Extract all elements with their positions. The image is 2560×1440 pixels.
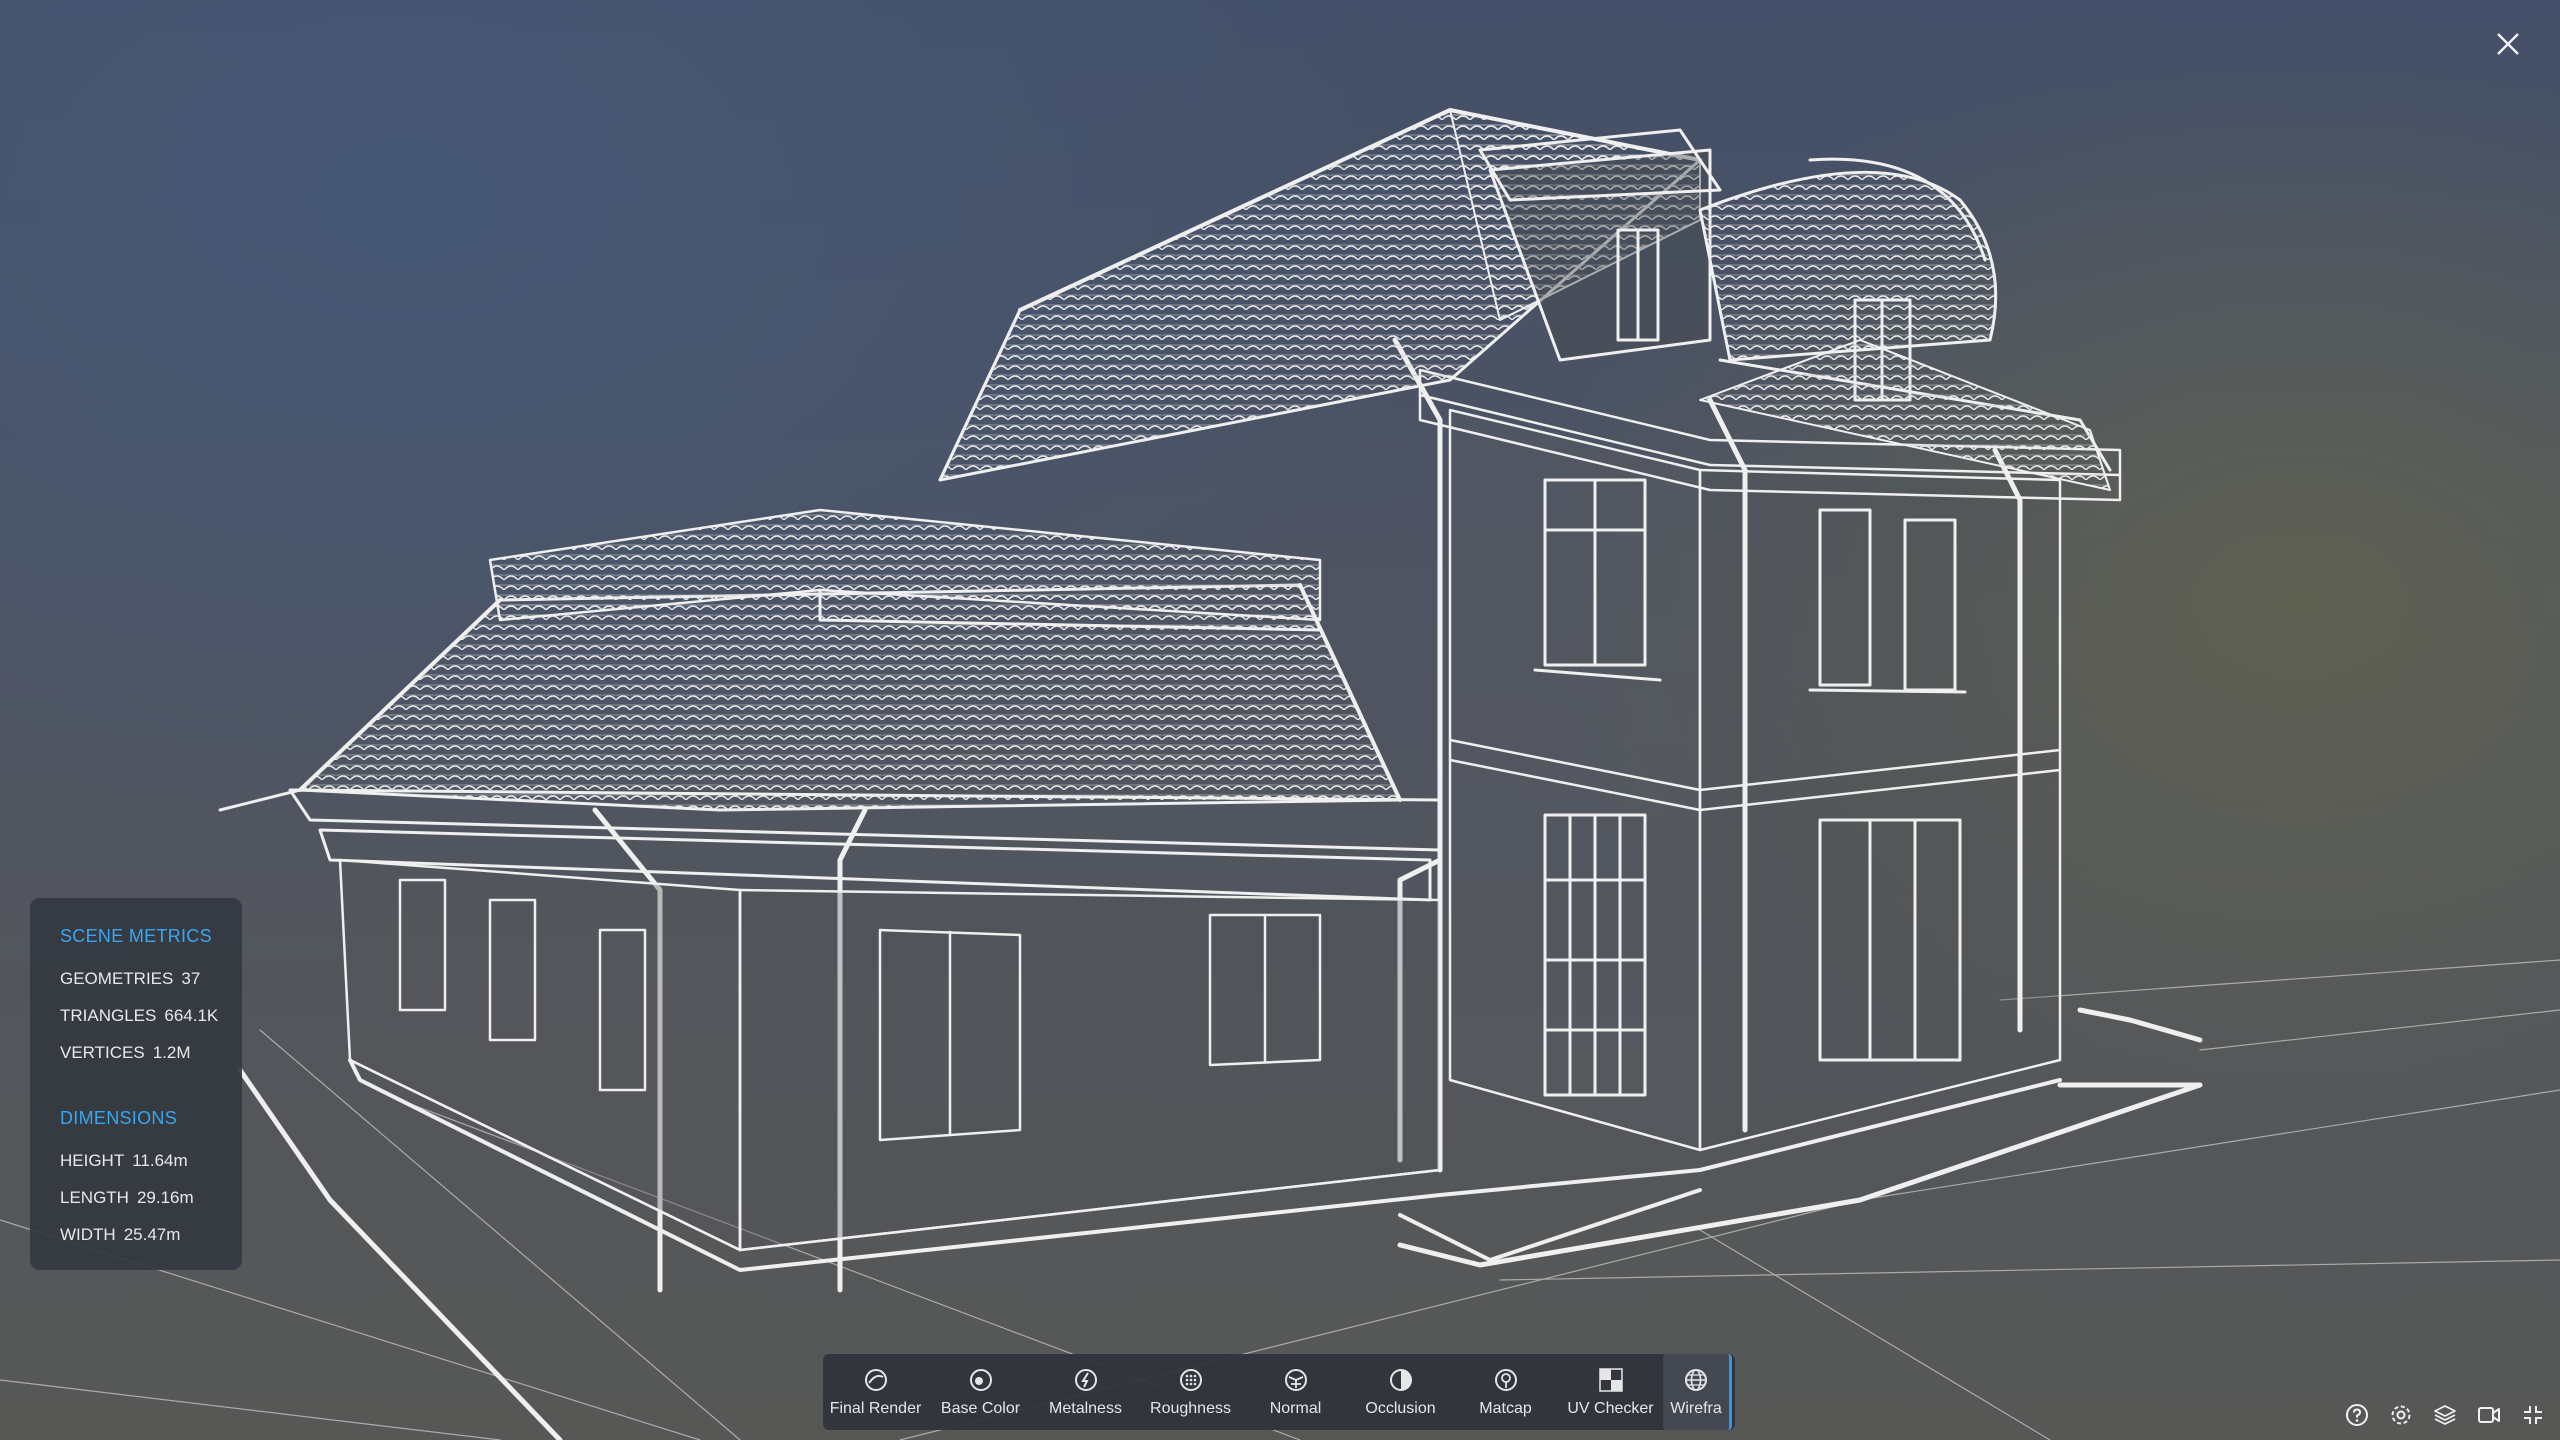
triangles-metric: TRIANGLES 664.1K [60, 1006, 242, 1043]
width-value: 25.47m [123, 1225, 181, 1244]
height-value: 11.64m [132, 1151, 188, 1170]
vr-icon [2478, 1407, 2500, 1423]
vertices-label: VERTICES [60, 1043, 145, 1062]
uv-checker-button[interactable]: UV Checker [1558, 1354, 1663, 1430]
normal-label: Normal [1269, 1400, 1322, 1417]
exit-fullscreen-button[interactable] [2518, 1400, 2548, 1430]
length-metric: LENGTH 29.16m [60, 1188, 242, 1225]
base-color-button[interactable]: Base Color [928, 1354, 1033, 1430]
width-label: WIDTH [60, 1225, 116, 1244]
roughness-label: Roughness [1150, 1400, 1231, 1417]
help-button[interactable] [2342, 1400, 2372, 1430]
geometries-value: 37 [181, 969, 201, 988]
uv-checker-icon [1597, 1366, 1625, 1394]
occlusion-button[interactable]: Occlusion [1348, 1354, 1453, 1430]
width-metric: WIDTH 25.47m [60, 1225, 242, 1262]
uv-checker-label: UV Checker [1567, 1400, 1654, 1417]
close-icon [2497, 33, 2519, 55]
length-label: LENGTH [60, 1188, 129, 1207]
triangles-value: 664.1K [164, 1006, 219, 1025]
matcap-icon [1492, 1366, 1520, 1394]
wireframe-icon [1682, 1366, 1710, 1394]
normal-button[interactable]: Normal [1243, 1354, 1348, 1430]
final-render-button[interactable]: Final Render [823, 1354, 928, 1430]
length-value: 29.16m [136, 1188, 194, 1207]
triangles-label: TRIANGLES [60, 1006, 157, 1025]
final-render-label: Final Render [829, 1400, 922, 1417]
final-render-icon [862, 1366, 890, 1394]
exit-fullscreen-icon [2524, 1406, 2542, 1424]
scene-metrics-heading: SCENE METRICS [60, 926, 212, 946]
dimensions-heading: DIMENSIONS [60, 1108, 178, 1128]
geometries-metric: GEOMETRIES 37 [60, 969, 242, 1006]
layers-button[interactable] [2430, 1400, 2460, 1430]
roughness-icon [1177, 1366, 1205, 1394]
wireframe-label: Wirefra [1670, 1400, 1722, 1417]
3d-viewport[interactable]: SCENE METRICS GEOMETRIES 37 TRIANGLES 664.… [0, 0, 2560, 1440]
metalness-label: Metalness [1049, 1400, 1122, 1417]
roughness-button[interactable]: Roughness [1138, 1354, 1243, 1430]
layers-icon [2434, 1405, 2456, 1425]
height-metric: HEIGHT 11.64m [60, 1151, 242, 1188]
occlusion-label: Occlusion [1365, 1400, 1436, 1417]
settings-icon [2391, 1405, 2411, 1425]
help-icon [2346, 1404, 2368, 1426]
normal-icon [1282, 1366, 1310, 1394]
metalness-icon [1072, 1366, 1100, 1394]
close-button[interactable] [2486, 22, 2530, 66]
scene-metrics-panel: SCENE METRICS GEOMETRIES 37 TRIANGLES 664.… [30, 898, 242, 1270]
viewer-controls [2342, 1400, 2560, 1430]
vertices-value: 1.2M [152, 1043, 191, 1062]
wireframe-house-model[interactable] [0, 0, 2560, 1440]
occlusion-icon [1387, 1366, 1415, 1394]
render-mode-toolbar: Final Render Base Color Metalness Roughn… [823, 1354, 1735, 1430]
wireframe-button[interactable]: Wirefra [1663, 1354, 1732, 1430]
metalness-button[interactable]: Metalness [1033, 1354, 1138, 1430]
matcap-button[interactable]: Matcap [1453, 1354, 1558, 1430]
base-color-icon [967, 1366, 995, 1394]
height-label: HEIGHT [60, 1151, 125, 1170]
matcap-label: Matcap [1479, 1400, 1532, 1417]
vertices-metric: VERTICES 1.2M [60, 1043, 242, 1080]
settings-button[interactable] [2386, 1400, 2416, 1430]
base-color-label: Base Color [940, 1400, 1021, 1417]
vr-button[interactable] [2474, 1400, 2504, 1430]
geometries-label: GEOMETRIES [60, 969, 174, 988]
